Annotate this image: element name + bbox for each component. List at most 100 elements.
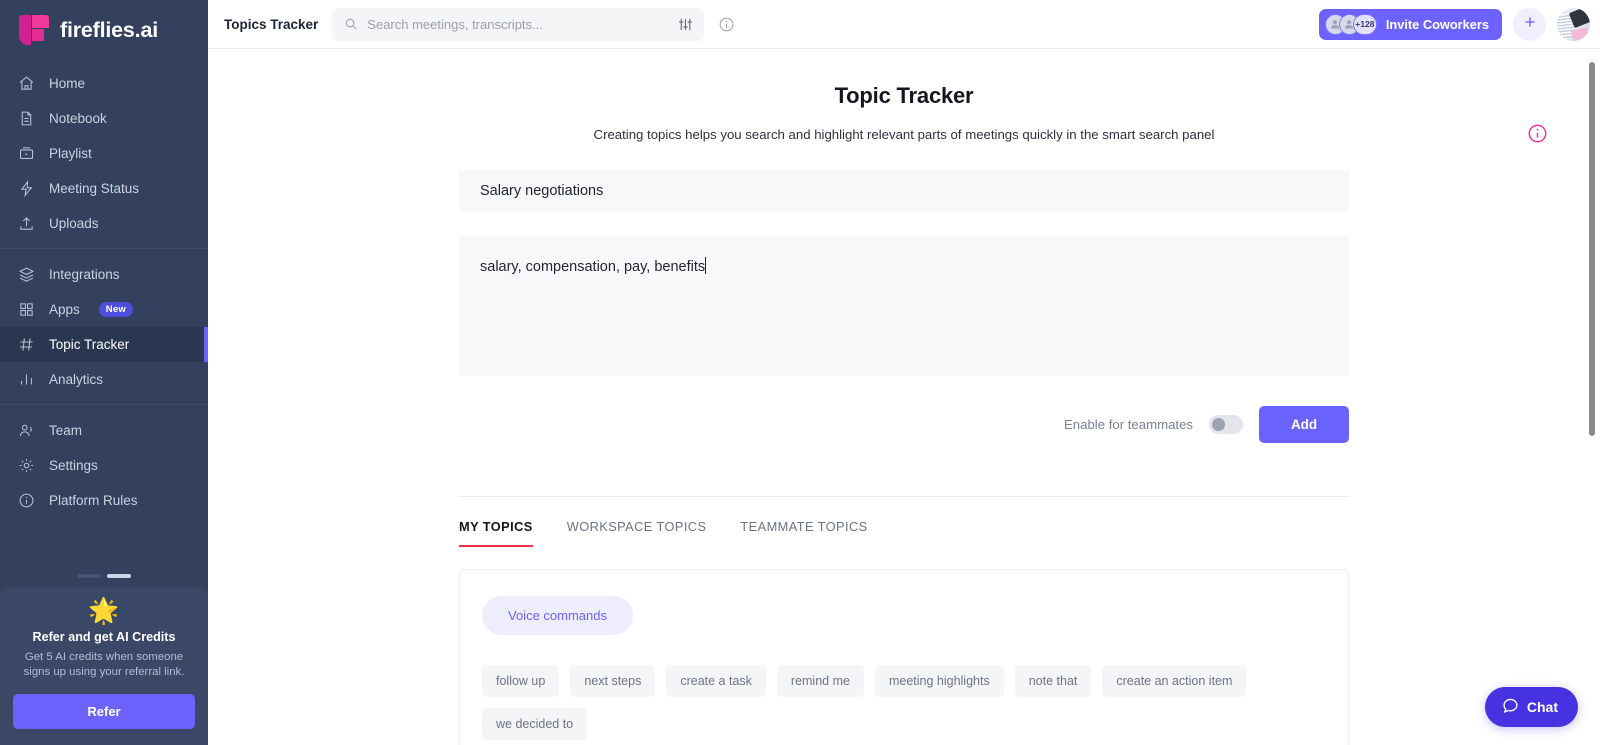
sidebar-item-meeting-status[interactable]: Meeting Status bbox=[0, 171, 208, 206]
center-column: Topic Tracker Creating topics helps you … bbox=[459, 83, 1349, 745]
page-title: Topics Tracker bbox=[224, 16, 319, 32]
bar-chart-icon bbox=[17, 370, 36, 389]
keywords-text: salary, compensation, pay, benefits bbox=[480, 259, 706, 275]
toggle-knob bbox=[1212, 418, 1225, 431]
keyword-chip[interactable]: create an action item bbox=[1102, 665, 1247, 697]
sidebar-resize-handle[interactable] bbox=[0, 564, 208, 587]
fireflies-logo-icon bbox=[19, 15, 49, 45]
topics-tabs: MY TOPICS WORKSPACE TOPICS TEAMMATE TOPI… bbox=[459, 497, 1349, 547]
tab-workspace-topics[interactable]: WORKSPACE TOPICS bbox=[567, 497, 707, 547]
lightning-icon bbox=[17, 179, 36, 198]
sidebar-item-label: Topic Tracker bbox=[49, 337, 130, 352]
sidebar-item-label: Meeting Status bbox=[49, 181, 140, 196]
sidebar-item-integrations[interactable]: Integrations bbox=[0, 257, 208, 292]
sidebar-item-topic-tracker[interactable]: Topic Tracker bbox=[0, 327, 208, 362]
sidebar-item-label: Team bbox=[49, 423, 83, 438]
keywords-textarea[interactable]: salary, compensation, pay, benefits bbox=[459, 235, 1349, 376]
add-topic-button[interactable]: Add bbox=[1259, 406, 1349, 443]
top-bar-right: +128 Invite Coworkers bbox=[1318, 7, 1590, 41]
sidebar-item-label: Analytics bbox=[49, 372, 104, 387]
enable-for-teammates-toggle[interactable] bbox=[1209, 415, 1243, 434]
layers-icon bbox=[17, 265, 36, 284]
scrollbar-thumb[interactable] bbox=[1589, 62, 1595, 436]
keyword-chip[interactable]: create a task bbox=[666, 665, 766, 697]
sidebar-group-account: Team Settings Platform Rules bbox=[0, 404, 208, 518]
sidebar-item-team[interactable]: Team bbox=[0, 413, 208, 448]
topic-name-input[interactable] bbox=[459, 170, 1349, 211]
upload-icon bbox=[17, 214, 36, 233]
people-icon bbox=[17, 421, 36, 440]
sidebar-item-label: Playlist bbox=[49, 146, 92, 161]
tab-my-topics[interactable]: MY TOPICS bbox=[459, 497, 533, 547]
main-region: Topics Tracker Search meetings, transcri… bbox=[208, 0, 1600, 745]
brand-name: fireflies.ai bbox=[60, 17, 158, 42]
sidebar-item-label: Home bbox=[49, 76, 86, 91]
sidebar-item-playlist[interactable]: Playlist bbox=[0, 136, 208, 171]
keyword-chip[interactable]: we decided to bbox=[482, 708, 588, 740]
sidebar-item-home[interactable]: Home bbox=[0, 66, 208, 101]
topic-controls: Enable for teammates Add bbox=[459, 406, 1349, 443]
top-bar: Topics Tracker Search meetings, transcri… bbox=[208, 0, 1600, 49]
keyword-chip[interactable]: note that bbox=[1014, 665, 1092, 697]
text-cursor bbox=[705, 257, 707, 274]
user-avatar[interactable] bbox=[1557, 7, 1590, 41]
star-coin-icon: 🌟 bbox=[88, 596, 120, 625]
refer-button[interactable]: Refer bbox=[13, 694, 195, 729]
keyword-chip[interactable]: next steps bbox=[570, 665, 656, 697]
keyword-chip[interactable]: meeting highlights bbox=[874, 665, 1004, 697]
sidebar-item-uploads[interactable]: Uploads bbox=[0, 206, 208, 241]
home-icon bbox=[17, 74, 36, 93]
keyword-chip-row-1: follow up next steps create a task remin… bbox=[482, 665, 1326, 740]
chat-widget-button[interactable]: Chat bbox=[1484, 687, 1578, 727]
add-new-button[interactable] bbox=[1513, 7, 1546, 41]
sidebar-item-platform-rules[interactable]: Platform Rules bbox=[0, 483, 208, 518]
invite-coworkers-label: Invite Coworkers bbox=[1385, 16, 1489, 32]
page-heading: Topic Tracker bbox=[834, 83, 974, 108]
grid-icon bbox=[17, 300, 36, 319]
playlist-icon bbox=[17, 144, 36, 163]
topic-pill[interactable]: Voice commands bbox=[482, 596, 633, 635]
sidebar-group-primary: Home Notebook Playlist Meeting Status Up… bbox=[0, 60, 208, 241]
keyword-chip[interactable]: remind me bbox=[776, 665, 864, 697]
coworker-avatars: +128 bbox=[1324, 13, 1377, 35]
sidebar-item-settings[interactable]: Settings bbox=[0, 448, 208, 483]
keyword-chip[interactable]: follow up bbox=[482, 665, 560, 697]
info-circle-icon bbox=[17, 491, 36, 510]
gear-icon bbox=[17, 456, 36, 475]
brand-logo[interactable]: fireflies.ai bbox=[0, 0, 208, 60]
sidebar-item-label: Integrations bbox=[49, 267, 120, 282]
sidebar-item-notebook[interactable]: Notebook bbox=[0, 101, 208, 136]
app-root: fireflies.ai Home Notebook Playlist Meet… bbox=[0, 0, 1600, 745]
apps-new-badge: New bbox=[98, 301, 133, 318]
search-input[interactable] bbox=[367, 16, 669, 32]
refer-card: 🌟 Refer and get AI Credits Get 5 AI cred… bbox=[0, 586, 208, 745]
page-subheading: Creating topics helps you search and hig… bbox=[593, 127, 1215, 142]
content-area: Topic Tracker Creating topics helps you … bbox=[208, 49, 1600, 745]
chat-bubble-icon bbox=[1502, 697, 1519, 717]
plus-icon bbox=[1522, 14, 1538, 35]
coworker-count-badge: +128 bbox=[1352, 13, 1377, 35]
topics-panel: Voice commands follow up next steps crea… bbox=[459, 569, 1349, 745]
invite-coworkers-button[interactable]: +128 Invite Coworkers bbox=[1318, 8, 1502, 40]
refer-card-title: Refer and get AI Credits bbox=[32, 629, 176, 644]
sidebar: fireflies.ai Home Notebook Playlist Meet… bbox=[0, 0, 208, 745]
page-body: Topic Tracker Creating topics helps you … bbox=[208, 49, 1600, 745]
sidebar-item-label: Uploads bbox=[49, 216, 99, 231]
notebook-icon bbox=[17, 109, 36, 128]
tab-teammate-topics[interactable]: TEAMMATE TOPICS bbox=[740, 497, 867, 547]
refer-card-description: Get 5 AI credits when someone signs up u… bbox=[23, 650, 185, 679]
search-info-icon[interactable] bbox=[718, 16, 735, 33]
content-info-icon[interactable] bbox=[1527, 123, 1548, 144]
sidebar-item-label: Settings bbox=[49, 458, 98, 473]
sidebar-item-apps[interactable]: Apps New bbox=[0, 292, 208, 327]
sidebar-item-analytics[interactable]: Analytics bbox=[0, 362, 208, 397]
sidebar-group-tools: Integrations Apps New Topic Tracker Anal… bbox=[0, 248, 208, 397]
resize-bar-left bbox=[77, 573, 101, 578]
content-scrollbar[interactable] bbox=[1588, 51, 1596, 743]
sidebar-item-label: Platform Rules bbox=[49, 493, 138, 508]
search-icon bbox=[344, 17, 358, 31]
search-bar[interactable] bbox=[332, 7, 705, 41]
enable-for-teammates-label: Enable for teammates bbox=[1063, 417, 1193, 432]
sliders-icon[interactable] bbox=[677, 16, 694, 33]
